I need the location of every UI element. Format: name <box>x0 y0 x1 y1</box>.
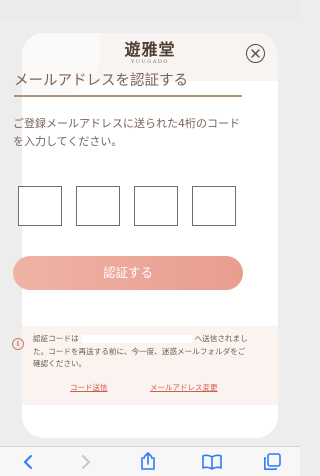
logo-text: 遊雅堂 <box>124 40 176 59</box>
tabs-button[interactable] <box>252 447 292 476</box>
forward-button[interactable] <box>66 447 106 476</box>
code-input-group <box>18 186 238 228</box>
logo-subtext: YUUGADO <box>131 59 169 65</box>
bookmarks-icon <box>202 454 222 470</box>
verify-button[interactable]: 認証する <box>13 256 243 290</box>
notice-text: 認証コードは へ送信されました。コードを再送する前に、今一度、迷惑メールフォルダを… <box>33 333 248 371</box>
brand-logo: 遊雅堂 YUUGADO <box>115 41 185 66</box>
masked-email <box>81 335 192 343</box>
back-icon <box>24 454 32 469</box>
forward-icon <box>82 454 90 469</box>
close-button[interactable] <box>246 44 265 63</box>
code-digit-3[interactable] <box>134 186 178 226</box>
code-digit-2[interactable] <box>76 186 120 226</box>
change-email-link[interactable]: メールアドレス変更 <box>150 382 218 393</box>
share-button[interactable] <box>128 447 168 476</box>
code-digit-4[interactable] <box>192 186 236 226</box>
modal-title: メールアドレスを認証する <box>14 73 188 89</box>
notice-text-before: 認証コードは <box>33 334 79 343</box>
bookmarks-button[interactable] <box>192 447 232 476</box>
code-digit-1[interactable] <box>18 186 62 226</box>
tabs-icon <box>264 452 281 470</box>
title-underline <box>14 95 242 97</box>
share-icon <box>141 452 155 470</box>
modal-description: ご登録メールアドレスに送られた4桁のコードを入力してください。 <box>13 117 240 148</box>
close-icon <box>251 49 260 58</box>
resend-code-link[interactable]: コード送信 <box>70 382 108 393</box>
back-button[interactable] <box>8 447 48 476</box>
info-icon: i <box>12 338 24 350</box>
browser-toolbar <box>0 446 300 476</box>
browser-top-strip <box>0 0 300 20</box>
